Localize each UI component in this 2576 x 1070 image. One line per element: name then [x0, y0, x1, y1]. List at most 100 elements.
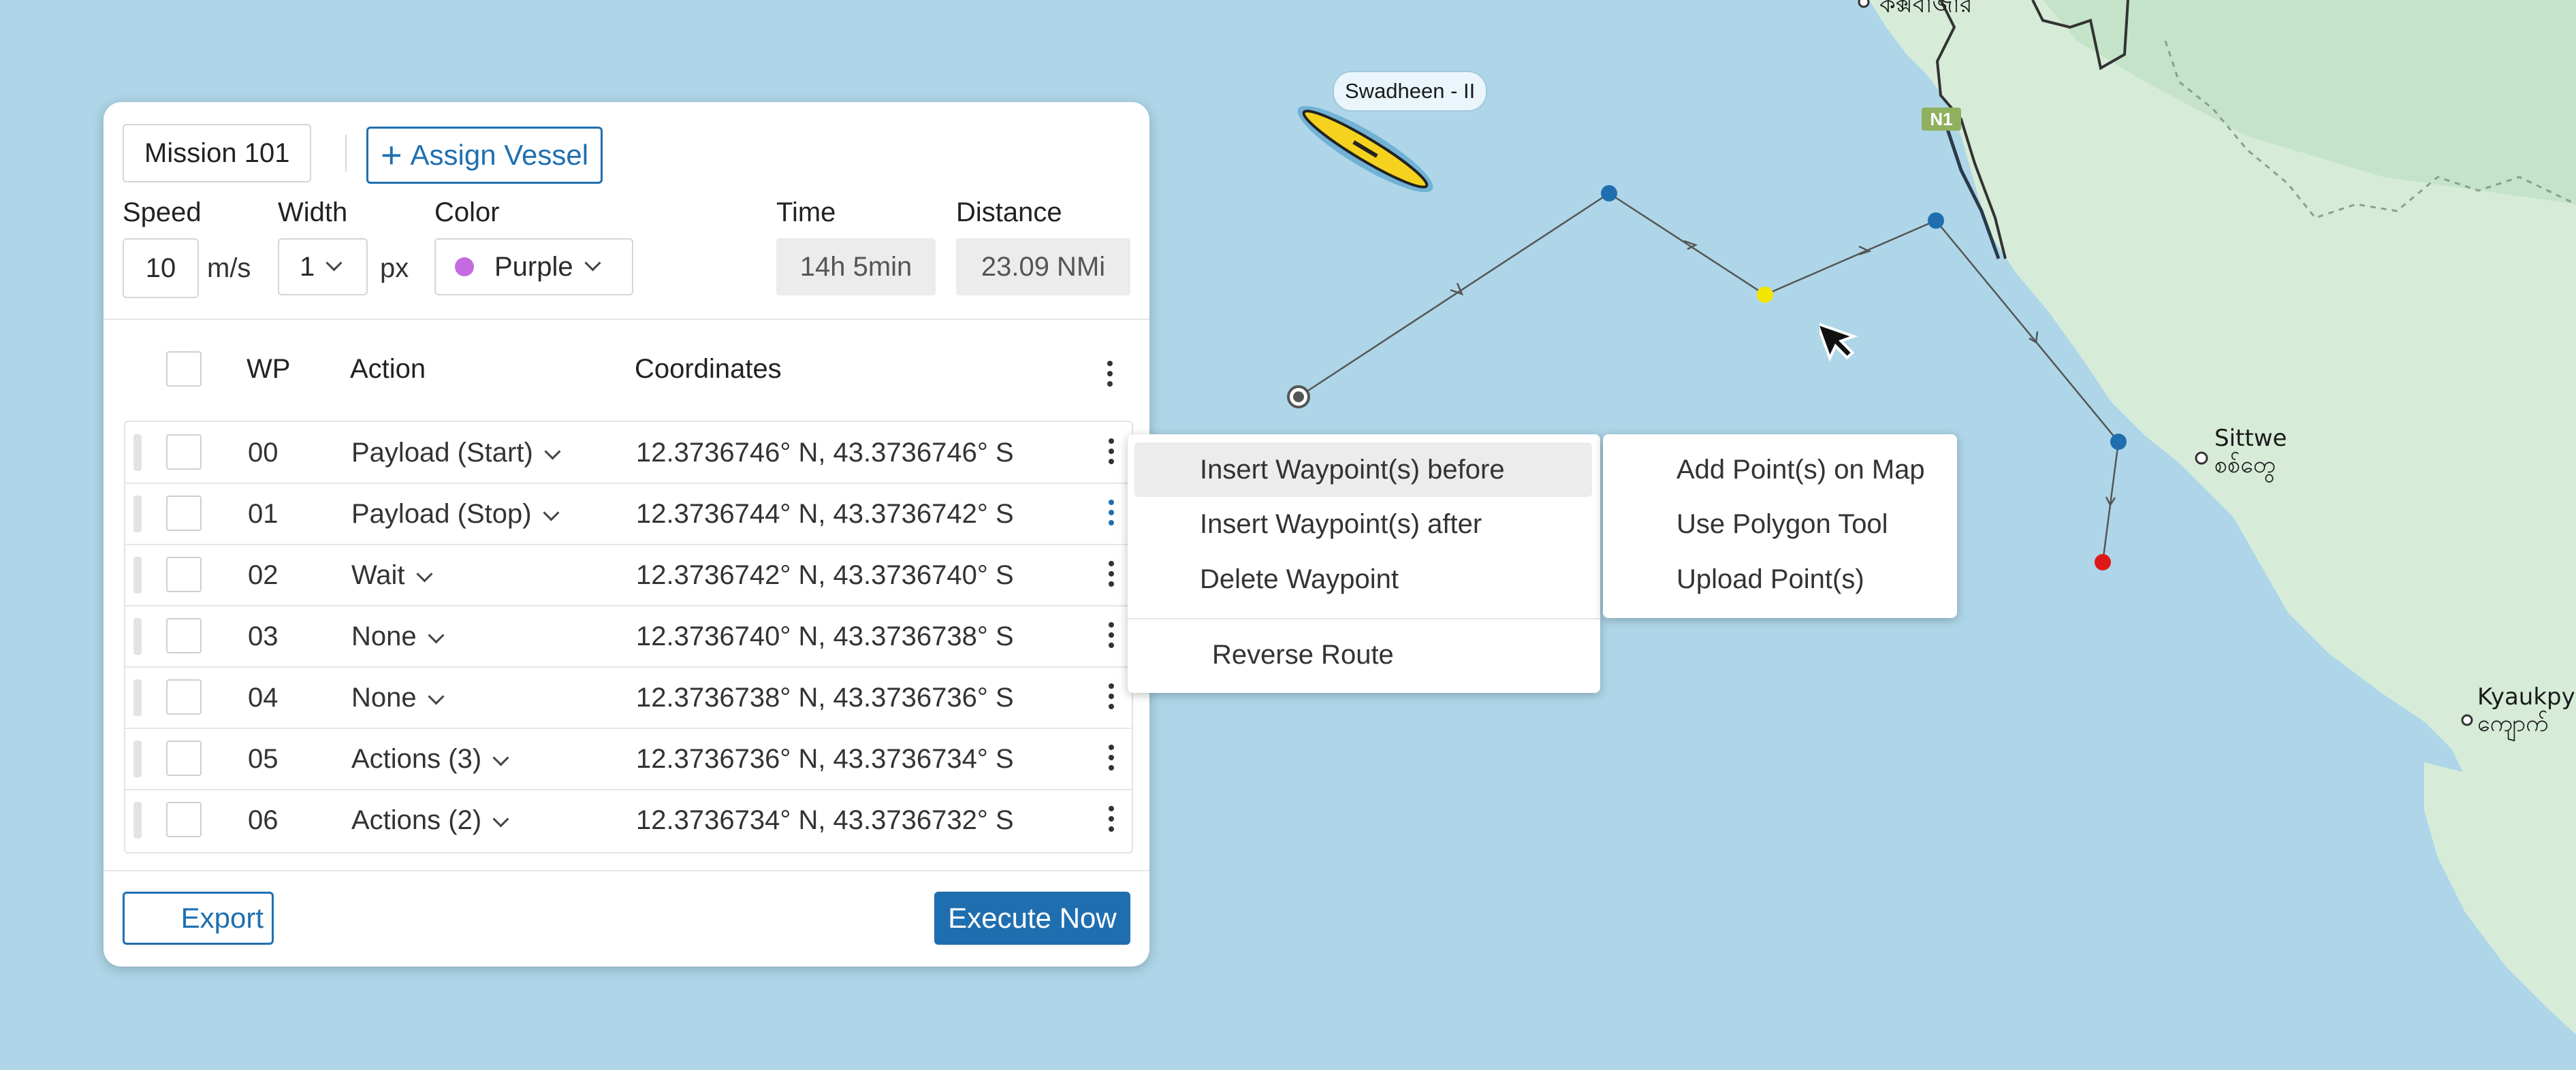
- row-checkbox[interactable]: [166, 679, 202, 715]
- row-options-icon[interactable]: [1106, 438, 1117, 464]
- width-unit: px: [380, 253, 409, 283]
- chevron-down-icon: [544, 443, 561, 460]
- section-divider: [104, 319, 1149, 320]
- table-row[interactable]: 06 Actions (2) 12.3736734° N, 43.3736732…: [125, 790, 1132, 851]
- row-options-icon[interactable]: [1106, 622, 1117, 648]
- town-dot-coxs: [1858, 0, 1870, 8]
- speed-value: 10: [145, 253, 176, 283]
- row-action-select[interactable]: Actions (2): [351, 790, 509, 851]
- row-wp: 00: [248, 438, 279, 468]
- color-select[interactable]: Purple: [434, 238, 633, 295]
- table-row[interactable]: 01 Payload (Stop) 12.3736744° N, 43.3736…: [125, 483, 1132, 545]
- submenu-item-upload-points[interactable]: Upload Point(s): [1676, 564, 1864, 595]
- row-checkbox[interactable]: [166, 802, 202, 837]
- row-action-select[interactable]: None: [351, 667, 445, 728]
- row-wp: 06: [248, 805, 279, 835]
- time-value: 14h 5min: [776, 238, 936, 295]
- drag-handle[interactable]: [133, 557, 142, 594]
- row-coordinates: 12.3736738° N, 43.3736736° S: [636, 683, 1014, 713]
- town-dot-kyaukpyu: [2461, 714, 2473, 726]
- row-options-icon[interactable]: [1106, 683, 1117, 709]
- drag-handle[interactable]: [133, 802, 142, 839]
- row-coordinates: 12.3736734° N, 43.3736732° S: [636, 805, 1014, 835]
- drag-handle[interactable]: [133, 679, 142, 716]
- assign-vessel-button[interactable]: + Assign Vessel: [366, 127, 603, 184]
- chevron-down-icon: [415, 566, 433, 583]
- row-action-select[interactable]: Payload (Stop): [351, 483, 560, 545]
- row-action-label: Wait: [351, 560, 405, 590]
- row-checkbox[interactable]: [166, 618, 202, 653]
- row-checkbox[interactable]: [166, 557, 202, 592]
- row-wp: 01: [248, 499, 279, 529]
- row-action-select[interactable]: Actions (3): [351, 728, 509, 790]
- menu-item-insert-after[interactable]: Insert Waypoint(s) after: [1200, 509, 1482, 540]
- table-row[interactable]: 03 None 12.3736740° N, 43.3736738° S: [125, 606, 1132, 667]
- submenu-item-add-points-on-map[interactable]: Add Point(s) on Map: [1676, 455, 1925, 485]
- row-action-label: None: [351, 621, 417, 651]
- mission-name[interactable]: Mission 101: [123, 124, 312, 182]
- menu-item-insert-before[interactable]: Insert Waypoint(s) before: [1200, 455, 1505, 485]
- row-action-label: None: [351, 683, 417, 713]
- row-coordinates: 12.3736740° N, 43.3736738° S: [636, 621, 1014, 651]
- plus-icon: +: [381, 135, 402, 176]
- svg-text:N1: N1: [1930, 109, 1952, 129]
- submenu-item-polygon-tool[interactable]: Use Polygon Tool: [1676, 509, 1888, 540]
- row-options-icon[interactable]: [1106, 500, 1117, 525]
- width-select[interactable]: 1: [278, 238, 368, 295]
- road-badge: N1: [1922, 108, 1961, 131]
- row-wp: 03: [248, 621, 279, 651]
- distance-label: Distance: [956, 197, 1062, 227]
- row-action-label: Actions (2): [351, 805, 482, 835]
- row-checkbox[interactable]: [166, 434, 202, 470]
- row-wp: 02: [248, 560, 279, 590]
- place-label-sittwe: Sittwe စစ်တွေ: [2214, 425, 2287, 479]
- time-label: Time: [776, 197, 836, 227]
- waypoint-table: 00 Payload (Start) 12.3736746° N, 43.373…: [124, 421, 1133, 854]
- speed-unit: m/s: [207, 253, 251, 283]
- table-options-icon[interactable]: [1104, 361, 1115, 387]
- select-all-checkbox[interactable]: [166, 351, 202, 387]
- drag-handle[interactable]: [133, 496, 142, 532]
- color-swatch: [455, 257, 474, 276]
- table-row[interactable]: 00 Payload (Start) 12.3736746° N, 43.373…: [125, 422, 1132, 483]
- drag-handle[interactable]: [133, 618, 142, 655]
- row-options-icon[interactable]: [1106, 806, 1117, 832]
- row-options-icon[interactable]: [1106, 561, 1117, 587]
- menu-item-delete-waypoint[interactable]: Delete Waypoint: [1200, 564, 1399, 595]
- row-action-label: Actions (3): [351, 744, 482, 774]
- row-checkbox[interactable]: [166, 496, 202, 531]
- chevron-down-icon: [428, 627, 445, 644]
- row-wp: 05: [248, 744, 279, 774]
- speed-input[interactable]: 10: [123, 238, 199, 298]
- chevron-down-icon: [492, 749, 509, 766]
- drag-handle[interactable]: [133, 434, 142, 471]
- drag-handle[interactable]: [133, 741, 142, 777]
- row-action-select[interactable]: None: [351, 606, 445, 667]
- mission-panel: Mission 101 + Assign Vessel Speed Width …: [104, 102, 1149, 967]
- row-action-select[interactable]: Payload (Start): [351, 422, 561, 483]
- menu-item-reverse-route[interactable]: Reverse Route: [1212, 640, 1394, 670]
- table-row[interactable]: 04 None 12.3736738° N, 43.3736736° S: [125, 667, 1132, 728]
- export-button[interactable]: Export: [123, 892, 274, 945]
- header-divider: [345, 135, 347, 172]
- row-action-label: Payload (Start): [351, 438, 533, 468]
- place-name-sittwe: Sittwe: [2214, 425, 2287, 452]
- footer-divider: [104, 870, 1149, 871]
- town-dot-sittwe: [2195, 451, 2208, 465]
- distance-value: 23.09 NMi: [956, 238, 1130, 295]
- execute-now-button[interactable]: Execute Now: [934, 892, 1130, 945]
- vessel-name-tag[interactable]: Swadheen - II: [1333, 71, 1488, 112]
- row-coordinates: 12.3736742° N, 43.3736740° S: [636, 560, 1014, 590]
- color-label: Color: [434, 197, 500, 227]
- table-row[interactable]: 05 Actions (3) 12.3736736° N, 43.3736734…: [125, 728, 1132, 790]
- chevron-down-icon: [492, 811, 509, 828]
- row-checkbox[interactable]: [166, 741, 202, 776]
- row-coordinates: 12.3736744° N, 43.3736742° S: [636, 499, 1014, 529]
- row-options-icon[interactable]: [1106, 745, 1117, 771]
- width-value: 1: [300, 251, 315, 282]
- table-row[interactable]: 02 Wait 12.3736742° N, 43.3736740° S: [125, 545, 1132, 606]
- coordinates-header: Coordinates: [635, 354, 782, 384]
- row-action-select[interactable]: Wait: [351, 545, 433, 606]
- place-name-kyaukpyu: Kyaukpy: [2477, 683, 2575, 711]
- action-header: Action: [350, 354, 426, 384]
